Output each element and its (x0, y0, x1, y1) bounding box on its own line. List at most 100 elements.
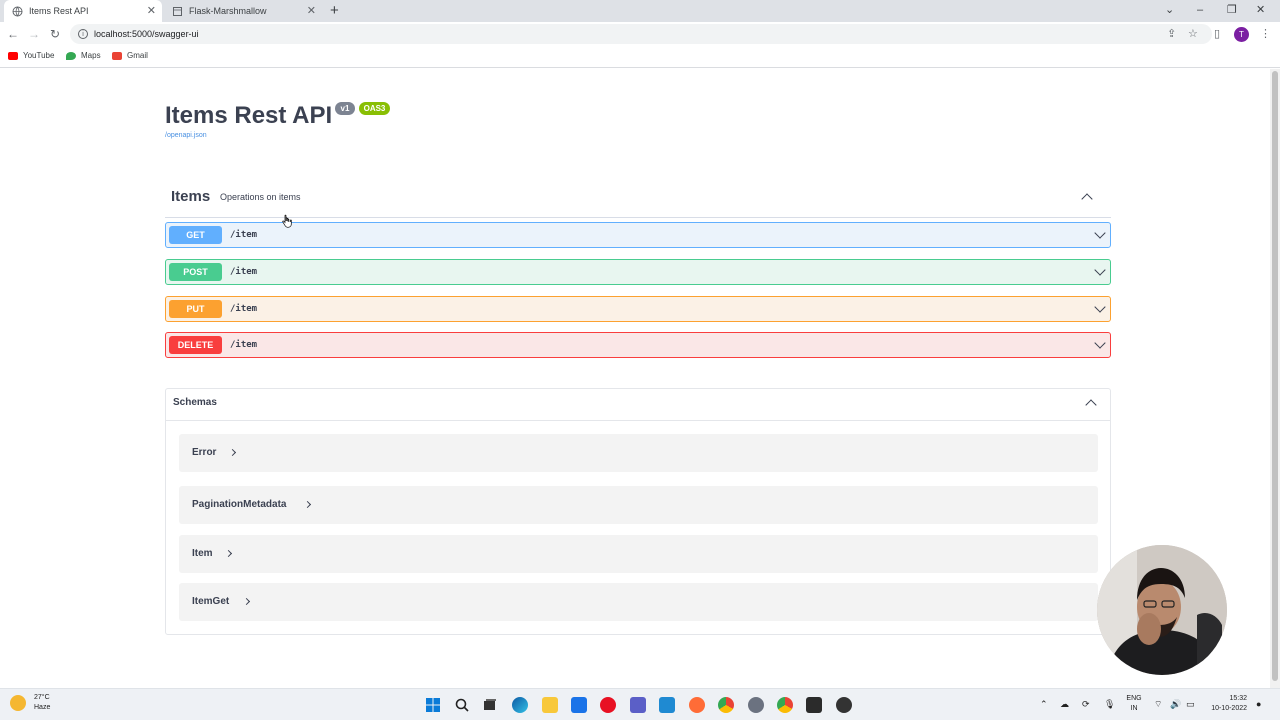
chevron-down-icon[interactable] (1094, 227, 1106, 239)
minimize-icon[interactable]: – (1197, 2, 1203, 18)
volume-icon[interactable]: 🔊 (1170, 698, 1181, 710)
bookmark-youtube[interactable]: YouTube (8, 51, 54, 60)
chrome-profile-icon[interactable] (777, 697, 793, 713)
tab-search-icon[interactable]: ⌄ (1165, 2, 1174, 18)
method-badge-put: PUT (169, 300, 222, 318)
chevron-right-icon (242, 597, 251, 606)
reload-icon[interactable]: ↻ (50, 26, 60, 42)
temperature: 27°C (34, 694, 50, 701)
page-scrollbar[interactable] (1270, 69, 1280, 688)
show-hidden-icons-icon[interactable]: ⌃ (1040, 698, 1048, 710)
new-tab-icon[interactable]: + (330, 2, 339, 20)
tab-flask-marshmallow[interactable]: Flask-Marshmallow ✕ (164, 0, 322, 22)
side-panel-icon[interactable]: ▯ (1214, 26, 1220, 42)
model-name: Error (192, 447, 217, 458)
forward-icon[interactable]: → (28, 26, 40, 42)
close-tab-icon[interactable]: ✕ (307, 4, 316, 18)
edge-icon[interactable] (512, 697, 528, 713)
model-name: ItemGet (192, 596, 230, 607)
globe-icon (12, 6, 23, 17)
search-icon[interactable] (454, 697, 470, 713)
terminal-icon[interactable] (806, 697, 822, 713)
close-window-icon[interactable]: ✕ (1256, 2, 1265, 18)
postman-icon[interactable] (689, 697, 705, 713)
menu-kebab-icon[interactable]: ⋮ (1260, 26, 1271, 42)
teams-icon[interactable] (630, 697, 646, 713)
method-badge-post: POST (169, 263, 222, 281)
close-tab-icon[interactable]: ✕ (147, 4, 156, 18)
restore-icon[interactable]: ❐ (1227, 2, 1237, 18)
chevron-down-icon[interactable] (1094, 301, 1106, 313)
github-desktop-icon[interactable] (836, 697, 852, 713)
chevron-down-icon[interactable] (1094, 264, 1106, 276)
operation-path: /item (230, 340, 258, 350)
task-view-icon[interactable] (482, 697, 498, 713)
windows-taskbar: 27°C Haze ⌃ ☁ ⟳ 🎙 ENG IN ⌔ 🔊 ▭ 15:32 10-… (0, 688, 1280, 720)
microphone-icon[interactable]: 🎙 (1104, 698, 1115, 710)
tag-name: Items (171, 188, 211, 205)
tray-app-icon[interactable]: ☁ (1060, 698, 1069, 710)
operation-delete-item[interactable]: DELETE /item (165, 332, 1111, 358)
system-clock[interactable]: 15:32 10-10-2022 (1205, 694, 1247, 714)
scrollbar-thumb[interactable] (1272, 71, 1278, 681)
tag-section-items[interactable]: Items Operations on items (165, 180, 1111, 218)
chrome-icon[interactable] (718, 697, 734, 713)
chevron-up-icon[interactable] (1081, 193, 1093, 205)
wifi-icon[interactable]: ⌔ (1154, 698, 1162, 710)
operation-put-item[interactable]: PUT /item (165, 296, 1111, 322)
divider (166, 420, 1110, 421)
api-title: Items Rest API (165, 102, 333, 129)
tab-label: Flask-Marshmallow (189, 6, 267, 16)
notifications-icon[interactable]: ● (1256, 698, 1261, 710)
youtube-icon (8, 51, 18, 60)
openapi-json-link[interactable]: /openapi.json (165, 132, 207, 139)
vscode-icon[interactable] (659, 697, 675, 713)
bookmark-label: YouTube (23, 51, 55, 60)
back-icon[interactable]: ← (7, 26, 19, 42)
bookmark-star-icon[interactable]: ☆ (1188, 26, 1198, 42)
language-indicator[interactable]: ENG IN (1124, 694, 1144, 714)
operation-get-item[interactable]: GET /item (165, 222, 1111, 248)
operation-path: /item (230, 230, 258, 240)
share-icon[interactable]: ⇪ (1167, 26, 1176, 42)
tab-label: Items Rest API (29, 6, 89, 16)
chevron-up-icon[interactable] (1085, 399, 1097, 411)
chevron-down-icon[interactable] (1094, 337, 1106, 349)
tab-items-rest-api[interactable]: Items Rest API ✕ (4, 0, 162, 22)
schema-model-error[interactable]: Error (179, 434, 1098, 472)
tray-sync-icon[interactable]: ⟳ (1082, 698, 1090, 710)
chevron-right-icon (224, 549, 233, 558)
windows-start-icon[interactable] (425, 697, 441, 713)
hand-cursor-icon (282, 214, 292, 228)
method-badge-get: GET (169, 226, 222, 244)
schema-model-item[interactable]: Item (179, 535, 1098, 573)
url-text: localhost:5000/swagger-ui (94, 29, 199, 39)
operation-path: /item (230, 267, 258, 277)
method-badge-delete: DELETE (169, 336, 222, 354)
schemas-section: Schemas Error PaginationMetadata Item It… (165, 388, 1111, 635)
chevron-right-icon (303, 500, 312, 509)
schemas-title[interactable]: Schemas (173, 397, 217, 408)
mail-icon[interactable] (571, 697, 587, 713)
site-info-icon[interactable]: i (78, 29, 88, 39)
address-bar[interactable]: i localhost:5000/swagger-ui (70, 24, 1212, 44)
chevron-right-icon (228, 448, 237, 457)
bookmarks-bar: YouTube Maps Gmail (0, 46, 1280, 68)
operation-post-item[interactable]: POST /item (165, 259, 1111, 285)
schema-model-itemget[interactable]: ItemGet (179, 583, 1098, 621)
weather-widget[interactable]: 27°C Haze (10, 693, 50, 713)
model-name: Item (192, 548, 213, 559)
tag-description: Operations on items (220, 192, 301, 202)
model-name: PaginationMetadata (192, 499, 287, 510)
battery-icon[interactable]: ▭ (1186, 698, 1195, 710)
file-explorer-icon[interactable] (542, 697, 558, 713)
settings-gear-icon[interactable] (748, 697, 764, 713)
operation-path: /item (230, 304, 258, 314)
bookmark-gmail[interactable]: Gmail (112, 51, 148, 60)
schema-model-paginationmetadata[interactable]: PaginationMetadata (179, 486, 1098, 524)
profile-avatar[interactable]: T (1234, 27, 1249, 42)
bookmark-maps[interactable]: Maps (66, 51, 101, 60)
page-icon (172, 6, 183, 17)
maps-icon (66, 51, 76, 60)
media-player-icon[interactable] (600, 697, 616, 713)
